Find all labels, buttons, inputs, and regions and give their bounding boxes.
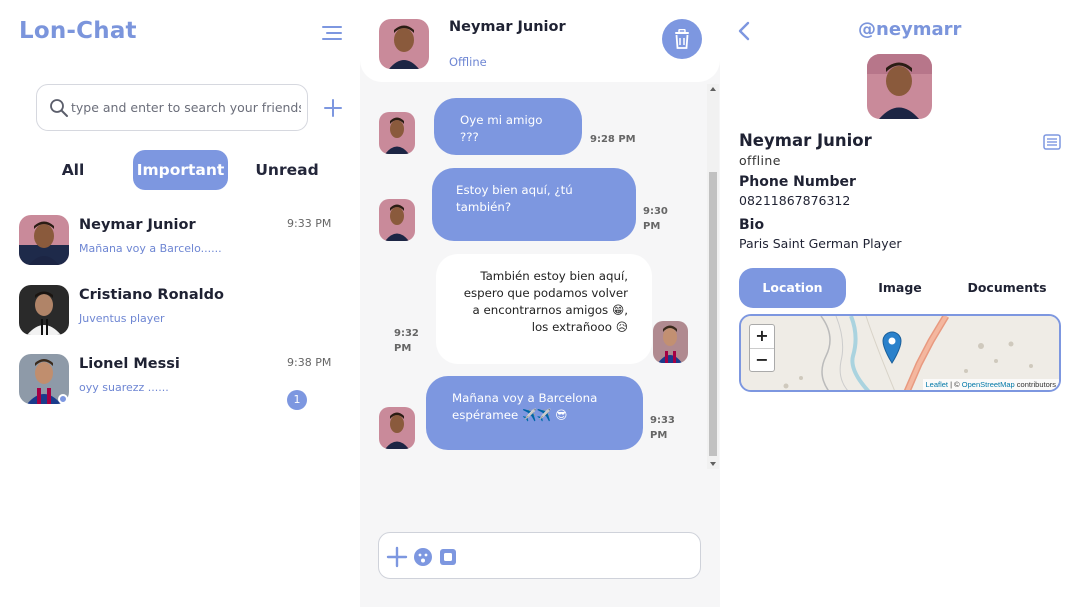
contact-item-neymar[interactable]: Neymar Junior Mañana voy a Barcelo......… — [0, 215, 360, 275]
tab-all[interactable]: All — [48, 150, 98, 190]
message-time: 9:28 PM — [590, 134, 636, 145]
contact-name: Lionel Messi — [79, 356, 180, 372]
delete-chat-button[interactable] — [662, 19, 702, 59]
message-list: Oye mi amigo ??? 9:28 PM Estoy bien aquí… — [360, 82, 708, 470]
phone-value: 08211867876312 — [739, 193, 851, 208]
chat-scrollbar[interactable] — [707, 84, 719, 469]
location-map[interactable]: + − Leaflet | © OpenStreetMap contributo… — [739, 314, 1061, 392]
message-avatar — [653, 321, 688, 363]
chat-avatar[interactable] — [379, 19, 429, 69]
tab-important[interactable]: Important — [133, 150, 228, 190]
tab-image[interactable]: Image — [860, 268, 940, 308]
search-icon — [50, 98, 68, 117]
chat-contact-name: Neymar Junior — [449, 19, 566, 35]
message-time: 9:30 PM — [643, 206, 668, 232]
trash-icon — [675, 29, 689, 49]
profile-status: offline — [739, 153, 781, 168]
contact-time: 9:38 PM — [287, 356, 332, 369]
contact-name: Neymar Junior — [79, 217, 196, 233]
app-root: Lon-Chat All Important Unread — [0, 0, 1080, 607]
chat-header: Neymar Junior Offline — [360, 0, 720, 82]
map-marker-icon[interactable] — [881, 330, 903, 364]
plus-icon[interactable] — [386, 546, 408, 568]
profile-avatar — [867, 54, 932, 119]
back-icon[interactable] — [737, 21, 751, 41]
tab-location[interactable]: Location — [739, 268, 846, 308]
contact-item-messi[interactable]: Lionel Messi oyy suarezz ...... 9:38 PM … — [0, 354, 360, 414]
unread-badge: 1 — [287, 390, 307, 410]
emoji-icon[interactable] — [412, 546, 434, 568]
tab-documents[interactable]: Documents — [962, 268, 1052, 308]
avatar — [19, 285, 69, 335]
filter-tabs: All Important Unread — [0, 150, 360, 190]
message-avatar — [379, 112, 415, 154]
tab-unread[interactable]: Unread — [252, 150, 322, 190]
bio-label: Bio — [739, 217, 765, 233]
profile-name: Neymar Junior — [739, 131, 872, 150]
contact-name: Cristiano Ronaldo — [79, 287, 224, 303]
notes-icon[interactable] — [1043, 134, 1061, 150]
profile-panel: @neymarr Neymar Junior offline Phone Num… — [720, 0, 1080, 607]
attribution-separator: | © — [948, 380, 962, 389]
message-time: 9:33 PM — [650, 415, 675, 441]
contact-preview: Juventus player — [79, 312, 165, 325]
message-avatar — [379, 407, 415, 449]
message-composer[interactable] — [378, 532, 701, 579]
chat-panel: Neymar Junior Offline Oye mi amigo ??? 9… — [360, 0, 720, 607]
map-attribution: Leaflet | © OpenStreetMap contributors — [922, 379, 1059, 390]
search-input[interactable] — [71, 100, 301, 115]
plus-icon[interactable] — [322, 97, 344, 119]
chat-contact-status: Offline — [449, 55, 487, 69]
search-box — [36, 84, 308, 131]
message-bubble: Estoy bien aquí, ¿tú también? — [432, 168, 636, 241]
contacts-sidebar: Lon-Chat All Important Unread — [0, 0, 360, 607]
contact-preview: Mañana voy a Barcelo...... — [79, 242, 222, 255]
scroll-up-arrow[interactable] — [710, 87, 716, 91]
scroll-down-arrow[interactable] — [710, 462, 716, 466]
contact-preview: oyy suarezz ...... — [79, 381, 169, 394]
profile-handle: @neymarr — [858, 19, 962, 40]
osm-link[interactable]: OpenStreetMap — [962, 380, 1015, 389]
menu-icon[interactable] — [322, 25, 342, 41]
image-icon[interactable] — [437, 546, 459, 568]
zoom-out-button[interactable]: − — [750, 348, 774, 371]
leaflet-link[interactable]: Leaflet — [926, 380, 949, 389]
message-bubble: También estoy bien aquí, espero que poda… — [436, 254, 652, 364]
contact-time: 9:33 PM — [287, 217, 332, 230]
avatar — [19, 215, 69, 265]
message-bubble: Mañana voy a Barcelona espéramee ✈️✈️ 😎 — [426, 376, 643, 450]
attribution-suffix: contributors — [1014, 380, 1056, 389]
bio-value: Paris Saint German Player — [739, 236, 902, 251]
online-indicator — [58, 394, 68, 404]
message-time: 9:32 PM — [394, 328, 419, 354]
phone-label: Phone Number — [739, 174, 856, 190]
app-brand: Lon-Chat — [19, 18, 137, 44]
zoom-in-button[interactable]: + — [750, 325, 774, 348]
contact-item-ronaldo[interactable]: Cristiano Ronaldo Juventus player — [0, 285, 360, 345]
scroll-thumb[interactable] — [709, 172, 717, 456]
message-bubble: Oye mi amigo ??? — [434, 98, 582, 155]
message-avatar — [379, 199, 415, 241]
map-zoom-controls: + − — [749, 324, 775, 372]
